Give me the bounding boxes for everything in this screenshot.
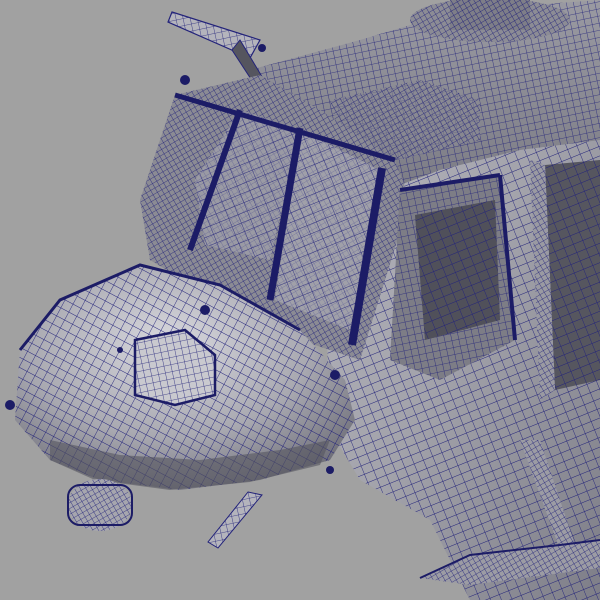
antenna-blade-bottom bbox=[207, 491, 263, 549]
landing-light-pod bbox=[67, 479, 133, 531]
cockpit-door bbox=[390, 173, 517, 380]
rotor-hub bbox=[410, 0, 570, 42]
cabin-window bbox=[530, 160, 600, 400]
helicopter-wireframe-render bbox=[5, 0, 600, 600]
modeling-viewport[interactable] bbox=[0, 0, 600, 600]
